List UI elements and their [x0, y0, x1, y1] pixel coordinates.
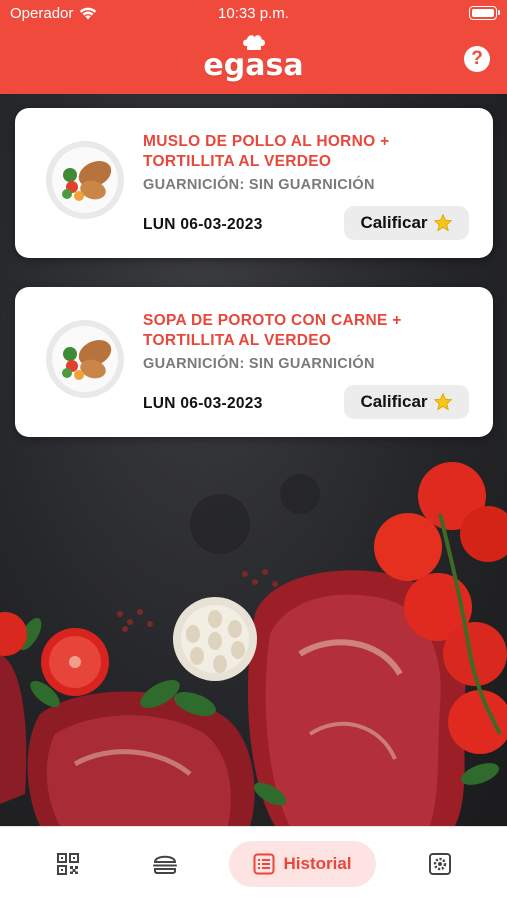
- order-date: LUN 06-03-2023: [143, 395, 263, 412]
- garnish-label: GUARNICIÓN: SIN GUARNICIÓN: [143, 356, 375, 372]
- order-card[interactable]: MUSLO DE POLLO AL HORNO + TORTILLITA AL …: [15, 108, 493, 258]
- battery-icon: [469, 6, 500, 20]
- tab-historial-label: Historial: [283, 854, 352, 873]
- dish-title: MUSLO DE POLLO AL HORNO + TORTILLITA AL …: [143, 133, 390, 170]
- list-icon: [253, 853, 275, 875]
- star-icon: [433, 392, 452, 411]
- order-card[interactable]: SOPA DE POROTO CON CARNE + TORTILLITA AL…: [15, 287, 493, 437]
- star-icon: [433, 213, 452, 232]
- logo-text: egasa: [203, 48, 304, 83]
- order-date: LUN 06-03-2023: [143, 216, 263, 233]
- tab-settings[interactable]: [418, 841, 462, 887]
- rate-button-label: Calificar: [360, 392, 428, 411]
- rate-button-label: Calificar: [360, 213, 428, 232]
- status-bar: Operador 10:33 p.m.: [0, 0, 507, 28]
- rate-button[interactable]: Calificar: [344, 206, 469, 240]
- brand-logo: egasa: [0, 34, 507, 83]
- qr-code-icon: [57, 853, 79, 875]
- tab-qr[interactable]: [46, 841, 90, 887]
- garnish-label: GUARNICIÓN: SIN GUARNICIÓN: [143, 177, 375, 193]
- dish-title: SOPA DE POROTO CON CARNE + TORTILLITA AL…: [143, 312, 402, 349]
- burger-icon: [153, 855, 177, 874]
- app-header: egasa ?: [0, 28, 507, 94]
- clock: 10:33 p.m.: [218, 5, 289, 22]
- tab-menu[interactable]: [143, 841, 187, 887]
- help-button[interactable]: ?: [464, 46, 490, 72]
- rate-button[interactable]: Calificar: [344, 385, 469, 419]
- settings-icon: [429, 853, 451, 875]
- tab-historial[interactable]: Historial: [229, 841, 376, 887]
- dish-image: [46, 320, 124, 398]
- bottom-tab-bar: Historial: [0, 826, 507, 900]
- dish-image: [46, 141, 124, 219]
